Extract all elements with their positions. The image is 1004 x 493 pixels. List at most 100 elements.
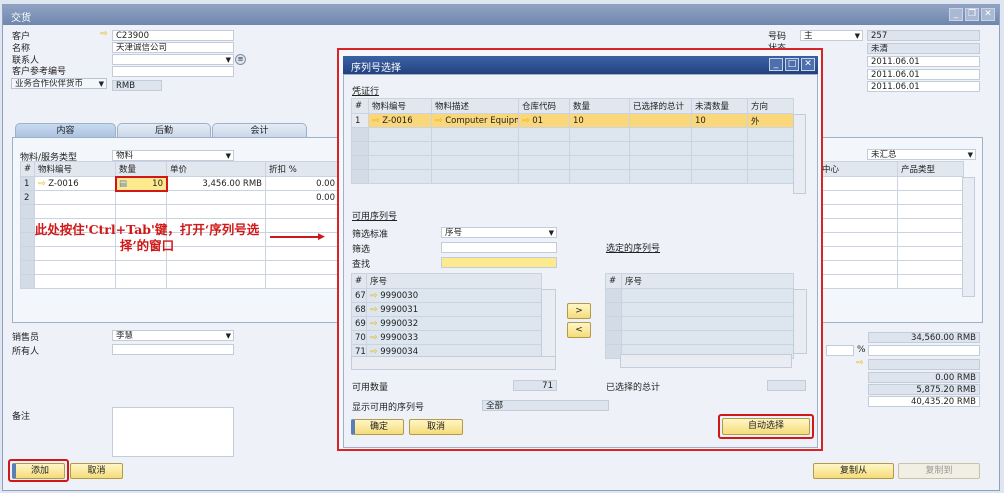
- cancel-button[interactable]: 取消: [70, 463, 123, 479]
- row-number: 1: [20, 176, 35, 191]
- annotation-text: 此处按住'Ctrl+Tab'键，打开‘序列号选择’的窗口: [34, 222, 260, 253]
- discount-cell[interactable]: 0.00: [265, 190, 339, 205]
- serial-row[interactable]: 69 ⇨ 9990032: [351, 316, 542, 331]
- selected-hscrollbar[interactable]: [620, 354, 792, 368]
- item-cell[interactable]: ⇨ Z-0016: [368, 113, 432, 128]
- tab-logistics[interactable]: 后勤: [117, 123, 211, 138]
- link-arrow-icon[interactable]: ⇨: [370, 319, 378, 329]
- close-button[interactable]: ✕: [981, 8, 995, 21]
- currency-type-select[interactable]: 业务合作伙伴货币 ▼: [11, 78, 107, 89]
- tab-contents[interactable]: 内容: [15, 123, 116, 138]
- owner-field[interactable]: [112, 344, 234, 355]
- series-select[interactable]: 主 ▼: [800, 30, 863, 41]
- add-serial-button[interactable]: >: [567, 303, 591, 319]
- discount-field[interactable]: [868, 345, 980, 356]
- wh-cell[interactable]: ⇨ 01: [518, 113, 570, 128]
- quantity-cell[interactable]: ▤ 10: [114, 175, 168, 192]
- auto-select-button[interactable]: 自动选择: [722, 418, 810, 435]
- desc-cell[interactable]: ⇨ Computer Equipmer: [431, 113, 519, 128]
- row-number: 67: [351, 288, 367, 303]
- add-button[interactable]: 添加: [12, 463, 65, 479]
- serial-number: 9990034: [380, 346, 419, 357]
- item-cell[interactable]: ⇨ Z-0016: [34, 176, 116, 191]
- link-arrow-icon[interactable]: ⇨: [370, 305, 378, 315]
- serial-list-icon[interactable]: ▤: [119, 179, 127, 189]
- serial-cell[interactable]: ⇨ 9990032: [366, 316, 542, 331]
- doc-lines-scrollbar[interactable]: [793, 114, 806, 194]
- link-arrow-icon[interactable]: ⇨: [372, 116, 380, 126]
- table-row[interactable]: 1⇨ Z-0016⇨ Computer Equipmer⇨ 011010外: [351, 113, 794, 128]
- window-titlebar: 交货: [3, 5, 999, 25]
- serial-cell[interactable]: ⇨ 9990031: [366, 302, 542, 317]
- copy-to-button[interactable]: 复制到: [898, 463, 980, 479]
- serial-row[interactable]: 70 ⇨ 9990033: [351, 330, 542, 345]
- item-type-select[interactable]: 物料 ▼: [112, 150, 234, 161]
- doc-lines-table: # 物料编号 物料描述 仓库代码 数量 已选择的总计 未清数量 方向 1 ⇨ Z-0016 ⇨ C…: [351, 98, 794, 184]
- chevron-down-icon: ▼: [967, 151, 973, 159]
- serials-hscrollbar[interactable]: [351, 356, 556, 370]
- serial-row[interactable]: 68 ⇨ 9990031: [351, 302, 542, 317]
- item-code: Z-0016: [382, 115, 413, 126]
- table-row[interactable]: 1 ⇨ Z-0016 ▤ 10 3,456.00 RMB 0.00: [20, 175, 339, 192]
- ref-field[interactable]: [112, 66, 234, 77]
- remarks-textarea[interactable]: [112, 407, 234, 457]
- item-code: Z-0016: [48, 178, 79, 189]
- sales-value: 李慧: [116, 331, 134, 341]
- due-date-field[interactable]: 2011.06.01: [867, 69, 980, 80]
- link-arrow-icon[interactable]: ⇨: [38, 179, 46, 189]
- link-arrow-icon[interactable]: ⇨: [856, 358, 864, 368]
- sales-select[interactable]: 李慧 ▼: [112, 330, 234, 341]
- minimize-button[interactable]: _: [949, 8, 963, 21]
- posting-date-field[interactable]: 2011.06.01: [867, 56, 980, 67]
- price-cell[interactable]: [166, 190, 266, 205]
- name-field[interactable]: 天津诚信公司: [112, 42, 234, 53]
- link-arrow-icon[interactable]: ⇨: [522, 116, 530, 126]
- col-header: 产品类型: [897, 161, 964, 177]
- item-cell[interactable]: [34, 190, 116, 205]
- table-row[interactable]: 2 0.00: [20, 190, 339, 205]
- discount-percent-field[interactable]: [826, 345, 854, 356]
- customer-field[interactable]: C23900: [112, 30, 234, 41]
- ok-button[interactable]: 确定: [351, 419, 404, 435]
- filter-input[interactable]: [441, 242, 557, 253]
- serial-row[interactable]: 67 ⇨ 9990030: [351, 288, 542, 303]
- list-icon[interactable]: ≡: [235, 54, 246, 65]
- link-arrow-icon[interactable]: ⇨: [370, 291, 378, 301]
- direction-cell: 外: [747, 113, 794, 128]
- dialog-cancel-button[interactable]: 取消: [409, 419, 463, 435]
- col-header: 中心: [818, 161, 898, 177]
- contact-select[interactable]: ▼: [112, 54, 234, 65]
- copy-from-button[interactable]: 复制从: [813, 463, 894, 479]
- summary-value: 未汇总: [871, 150, 897, 160]
- selected-serials-label: 选定的序列号: [606, 244, 661, 254]
- filter-criteria-label: 筛选标准: [352, 230, 389, 240]
- table-scrollbar[interactable]: [962, 177, 975, 297]
- find-input[interactable]: [441, 257, 557, 268]
- col-header: 数量: [569, 98, 630, 114]
- discount-cell[interactable]: 0.00: [265, 176, 339, 191]
- link-arrow-icon[interactable]: ⇨: [370, 333, 378, 343]
- serial-cell[interactable]: ⇨ 9990033: [366, 330, 542, 345]
- serials-scrollbar[interactable]: [541, 289, 556, 357]
- tab-accounting[interactable]: 会计: [212, 123, 307, 138]
- price-cell[interactable]: 3,456.00 RMB: [166, 176, 266, 191]
- link-arrow-icon[interactable]: ⇨: [370, 347, 378, 357]
- summary-select[interactable]: 未汇总 ▼: [867, 149, 976, 160]
- maximize-button[interactable]: □: [785, 58, 799, 71]
- serial-cell[interactable]: ⇨ 9990030: [366, 288, 542, 303]
- row-number: 70: [351, 330, 367, 345]
- close-button[interactable]: ✕: [801, 58, 815, 71]
- chevron-down-icon: ▼: [225, 56, 231, 64]
- remove-serial-button[interactable]: <: [567, 322, 591, 338]
- serial-number: 9990032: [380, 318, 419, 329]
- selected-scrollbar[interactable]: [793, 289, 807, 354]
- restore-button[interactable]: ❐: [965, 8, 979, 21]
- total-before-discount: 34,560.00 RMB: [868, 332, 980, 343]
- minimize-button[interactable]: _: [769, 58, 783, 71]
- col-header: 未清数量: [691, 98, 748, 114]
- document-date-field[interactable]: 2011.06.01: [867, 81, 980, 92]
- link-arrow-icon[interactable]: ⇨: [435, 116, 443, 126]
- filter-criteria-select[interactable]: 序号 ▼: [441, 227, 557, 238]
- link-arrow-icon[interactable]: ⇨: [100, 29, 108, 39]
- quantity-cell[interactable]: [115, 190, 167, 205]
